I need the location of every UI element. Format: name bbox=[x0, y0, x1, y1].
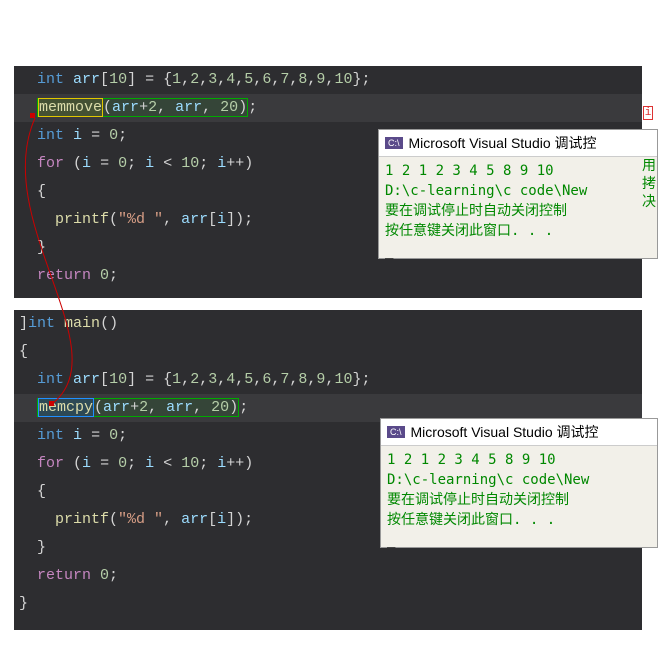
code-line: int arr[10] = {1,2,3,4,5,6,7,8,9,10}; bbox=[19, 366, 642, 394]
memcpy-call: memcpy bbox=[39, 399, 93, 416]
console-icon: C:\ bbox=[387, 426, 405, 438]
output-line: 要在调试停止时自动关闭控制 bbox=[387, 490, 651, 510]
popup-title-text: Microsoft Visual Studio 调试控 bbox=[411, 422, 599, 442]
output-line: 要在调试停止时自动关闭控制 bbox=[385, 201, 651, 221]
debug-console-popup-2: C:\ Microsoft Visual Studio 调试控 1 2 1 2 … bbox=[380, 418, 658, 548]
popup-title-text: Microsoft Visual Studio 调试控 bbox=[409, 133, 597, 153]
memmove-call: memmove bbox=[39, 99, 102, 116]
popup-titlebar[interactable]: C:\ Microsoft Visual Studio 调试控 bbox=[381, 419, 657, 446]
console-icon: C:\ bbox=[385, 137, 403, 149]
anchor-text: i bbox=[645, 107, 652, 119]
code-line: return 0; bbox=[19, 562, 642, 590]
code-line: ]int main() bbox=[19, 310, 642, 338]
output-line: D:\c-learning\c code\New bbox=[387, 470, 651, 490]
popup-titlebar[interactable]: C:\ Microsoft Visual Studio 调试控 bbox=[379, 130, 657, 157]
cursor: _ bbox=[385, 241, 651, 261]
annotation-anchor: i bbox=[643, 106, 653, 120]
code-line: { bbox=[19, 338, 642, 366]
output-line: 按任意键关闭此窗口. . . bbox=[385, 221, 651, 241]
code-line: } bbox=[19, 590, 642, 618]
popup-body: 1 2 1 2 3 4 5 8 9 10 D:\c-learning\c cod… bbox=[379, 157, 657, 265]
code-line: int arr[10] = {1,2,3,4,5,6,7,8,9,10}; bbox=[19, 66, 642, 94]
output-line: 按任意键关闭此窗口. . . bbox=[387, 510, 651, 530]
code-line: return 0; bbox=[19, 262, 642, 290]
debug-console-popup-1: C:\ Microsoft Visual Studio 调试控 1 2 1 2 … bbox=[378, 129, 658, 259]
output-line: 1 2 1 2 3 4 5 8 9 10 bbox=[385, 161, 651, 181]
cursor: _ bbox=[387, 530, 651, 550]
code-line-memmove: memmove(arr+2, arr, 20); bbox=[19, 94, 642, 122]
popup-body: 1 2 1 2 3 4 5 8 9 10 D:\c-learning\c cod… bbox=[381, 446, 657, 554]
output-line: 1 2 1 2 3 4 5 8 9 10 bbox=[387, 450, 651, 470]
output-line: D:\c-learning\c code\New bbox=[385, 181, 651, 201]
side-annotation-green: 用 拷 决 bbox=[642, 156, 656, 210]
